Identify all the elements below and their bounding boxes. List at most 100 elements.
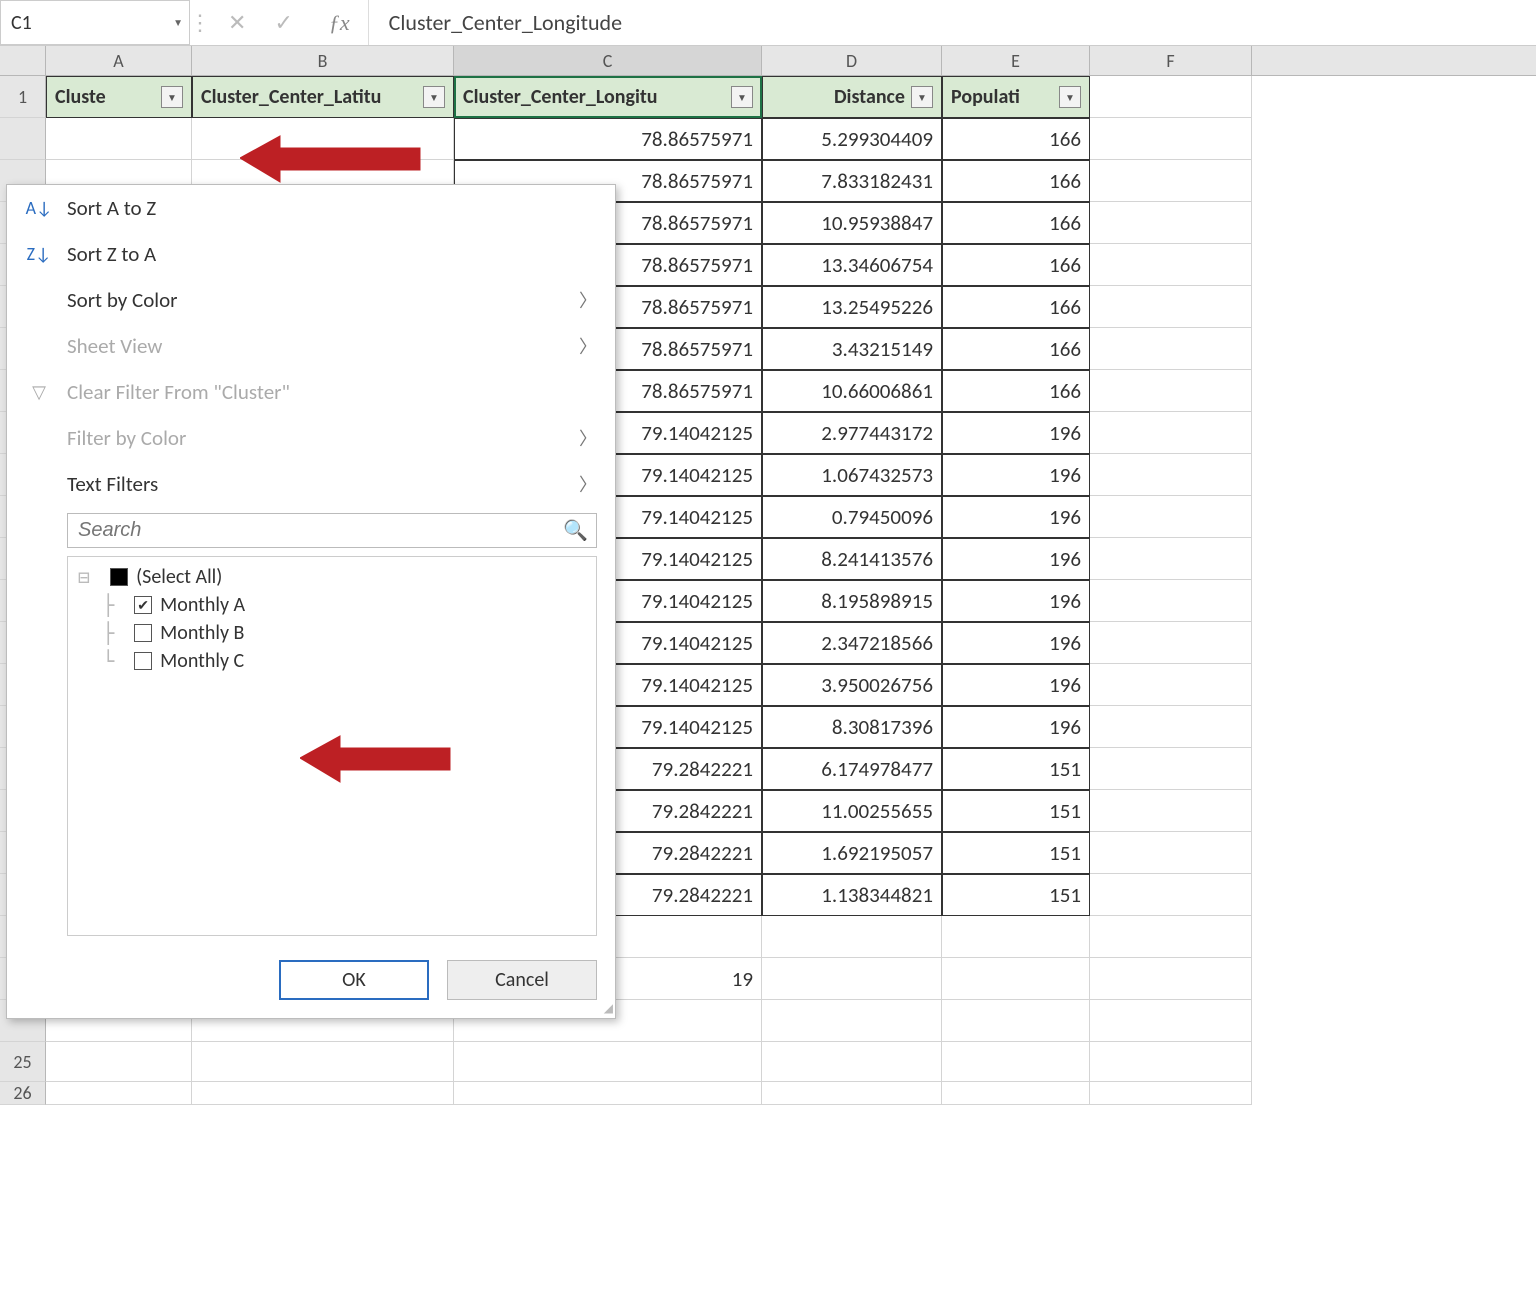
cell-distance[interactable]: 1.138344821 <box>762 874 942 916</box>
cell-distance[interactable]: 1.067432573 <box>762 454 942 496</box>
annotation-arrow-2 <box>300 730 470 790</box>
row-header-1[interactable]: 1 <box>0 76 46 118</box>
annotation-arrow-1 <box>240 130 440 190</box>
filter-button-population[interactable]: ▼ <box>1059 86 1081 108</box>
header-distance[interactable]: Distance ▼ <box>762 76 942 118</box>
fx-icon[interactable]: ƒx <box>311 0 369 45</box>
cell-population[interactable]: 196 <box>942 496 1090 538</box>
cell-distance[interactable]: 8.30817396 <box>762 706 942 748</box>
chevron-down-icon[interactable]: ▼ <box>173 16 183 29</box>
col-header-F[interactable]: F <box>1090 46 1252 75</box>
sort-az-icon: A↓ <box>25 197 53 219</box>
cell-population[interactable]: 166 <box>942 202 1090 244</box>
cancel-button[interactable]: Cancel <box>447 960 597 1000</box>
filter-search-input[interactable] <box>76 518 563 543</box>
cell-distance[interactable]: 0.79450096 <box>762 496 942 538</box>
chevron-right-icon: 〉 <box>579 333 597 359</box>
row-header[interactable] <box>0 118 46 160</box>
autofilter-menu: A↓ Sort A to Z Z↓ Sort Z to A Sort by Co… <box>6 184 616 1019</box>
filter-item-select-all[interactable]: ⊟ (Select All) <box>78 563 586 591</box>
ok-button[interactable]: OK <box>279 960 429 1000</box>
resize-grip-icon[interactable]: ◢ <box>604 1001 613 1016</box>
cell-population[interactable]: 196 <box>942 412 1090 454</box>
column-headers: A B C D E F <box>0 46 1536 76</box>
cell-population[interactable]: 151 <box>942 748 1090 790</box>
col-header-C[interactable]: C <box>454 46 762 75</box>
filter-button-distance[interactable]: ▼ <box>911 86 933 108</box>
cell-distance[interactable]: 13.34606754 <box>762 244 942 286</box>
header-latitude[interactable]: Cluster_Center_Latitu ▼ <box>192 76 454 118</box>
cell-distance[interactable]: 7.833182431 <box>762 160 942 202</box>
select-all-corner[interactable] <box>0 46 46 75</box>
cell-distance[interactable]: 10.66006861 <box>762 370 942 412</box>
cell-population[interactable]: 166 <box>942 286 1090 328</box>
checkbox-unchecked-icon[interactable] <box>134 624 152 642</box>
header-population[interactable]: Populati ▼ <box>942 76 1090 118</box>
header-longitude[interactable]: Cluster_Center_Longitu ▼ <box>454 76 762 118</box>
cell-longitude[interactable]: 78.86575971 <box>454 118 762 160</box>
text-filters[interactable]: Text Filters 〉 <box>7 461 615 507</box>
chevron-right-icon: 〉 <box>579 471 597 497</box>
filter-item-monthly-a[interactable]: ├ ✔ Monthly A <box>78 591 586 619</box>
cell-population[interactable]: 166 <box>942 370 1090 412</box>
formula-bar-value[interactable]: Cluster_Center_Longitude <box>369 0 1536 45</box>
col-header-E[interactable]: E <box>942 46 1090 75</box>
cell-distance[interactable]: 2.347218566 <box>762 622 942 664</box>
search-icon: 🔍 <box>563 518 588 543</box>
cell-distance[interactable]: 6.174978477 <box>762 748 942 790</box>
checkbox-mixed-icon[interactable] <box>110 568 128 586</box>
cell-distance[interactable]: 2.977443172 <box>762 412 942 454</box>
header-f-empty[interactable] <box>1090 76 1252 118</box>
cell-population[interactable]: 151 <box>942 874 1090 916</box>
cell-distance[interactable]: 3.950026756 <box>762 664 942 706</box>
row-header-26[interactable]: 26 <box>0 1082 46 1105</box>
filter-button-cluster[interactable]: ▼ <box>161 86 183 108</box>
cell-population[interactable]: 196 <box>942 706 1090 748</box>
cell-population[interactable]: 196 <box>942 538 1090 580</box>
cancel-icon[interactable]: ✕ <box>228 9 246 36</box>
cell-distance[interactable]: 8.195898915 <box>762 580 942 622</box>
cell-distance[interactable]: 8.241413576 <box>762 538 942 580</box>
filter-item-monthly-b[interactable]: ├ Monthly B <box>78 619 586 647</box>
cell-distance[interactable]: 3.43215149 <box>762 328 942 370</box>
cell-population[interactable]: 166 <box>942 118 1090 160</box>
cell-distance[interactable]: 11.00255655 <box>762 790 942 832</box>
col-header-A[interactable]: A <box>46 46 192 75</box>
sort-az[interactable]: A↓ Sort A to Z <box>7 185 615 231</box>
filter-search[interactable]: 🔍 <box>67 513 597 548</box>
sort-by-color[interactable]: Sort by Color 〉 <box>7 277 615 323</box>
filter-button-latitude[interactable]: ▼ <box>423 86 445 108</box>
row-header-25[interactable]: 25 <box>0 1042 46 1082</box>
cell-population[interactable]: 196 <box>942 580 1090 622</box>
cell-population[interactable]: 166 <box>942 160 1090 202</box>
sheet-view: Sheet View 〉 <box>7 323 615 369</box>
clear-filter: ▽ Clear Filter From "Cluster" <box>7 369 615 415</box>
cell-distance[interactable]: 5.299304409 <box>762 118 942 160</box>
checkbox-checked-icon[interactable]: ✔ <box>134 596 152 614</box>
cell-distance[interactable]: 1.692195057 <box>762 832 942 874</box>
accept-icon[interactable]: ✓ <box>274 9 292 36</box>
cell-population[interactable]: 196 <box>942 454 1090 496</box>
sort-za[interactable]: Z↓ Sort Z to A <box>7 231 615 277</box>
filter-item-monthly-c[interactable]: └ Monthly C <box>78 647 586 675</box>
header-cluster[interactable]: Cluste ▼ <box>46 76 192 118</box>
cell-population[interactable]: 166 <box>942 244 1090 286</box>
filter-button-longitude[interactable]: ▼ <box>731 86 753 108</box>
col-header-D[interactable]: D <box>762 46 942 75</box>
checkbox-unchecked-icon[interactable] <box>134 652 152 670</box>
formula-bar: C1 ▼ ⋮ ✕ ✓ ƒx Cluster_Center_Longitude <box>0 0 1536 46</box>
col-header-B[interactable]: B <box>192 46 454 75</box>
cell-distance[interactable]: 13.25495226 <box>762 286 942 328</box>
cell-distance[interactable]: 10.95938847 <box>762 202 942 244</box>
cell-population[interactable]: 151 <box>942 832 1090 874</box>
cell-population[interactable]: 166 <box>942 328 1090 370</box>
name-box[interactable]: C1 ▼ <box>0 0 190 45</box>
row-26: 26 <box>0 1082 1536 1104</box>
cell-population[interactable]: 151 <box>942 790 1090 832</box>
cell-population[interactable]: 196 <box>942 622 1090 664</box>
filter-by-color: Filter by Color 〉 <box>7 415 615 461</box>
cell-population[interactable]: 196 <box>942 664 1090 706</box>
chevron-right-icon: 〉 <box>579 425 597 451</box>
row-25: 25 <box>0 1042 1536 1082</box>
sort-za-icon: Z↓ <box>25 243 53 265</box>
